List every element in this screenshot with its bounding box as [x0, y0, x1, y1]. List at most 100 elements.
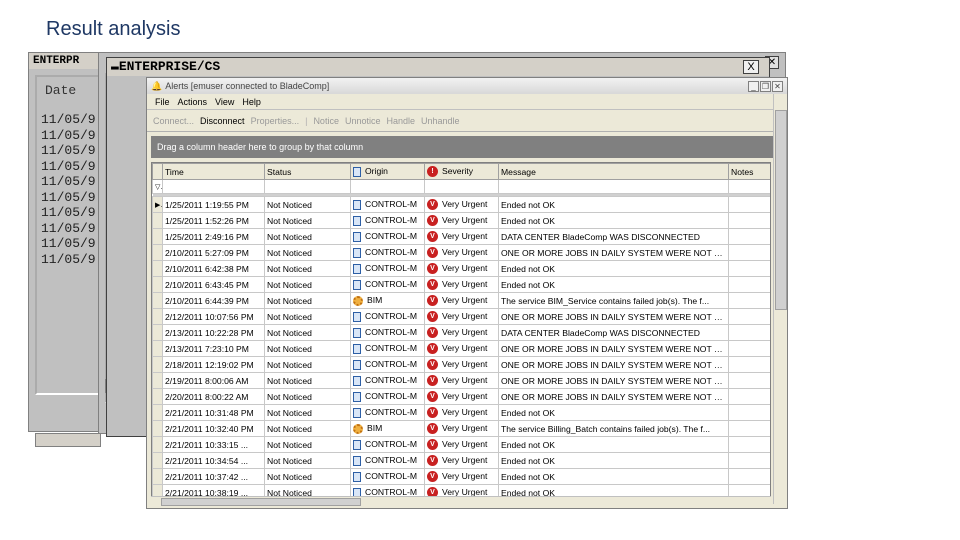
date-entry: 11/05/9 [41, 158, 96, 174]
origin-label: CONTROL-M [365, 263, 418, 274]
horizontal-scrollbar[interactable] [151, 496, 771, 506]
filter-icon[interactable]: ▽ [152, 179, 163, 194]
row-selector[interactable] [152, 244, 163, 261]
message-cell: Ended not OK [498, 404, 729, 421]
origin-cell: CONTROL-M [350, 276, 425, 293]
toolbar-button-unnotice[interactable]: Unnotice [345, 110, 381, 131]
bim-gear-icon [353, 295, 363, 306]
restore-icon[interactable]: ❐ [760, 80, 771, 92]
table-row[interactable]: 2/21/2011 10:34:54 ... Not Noticed CONTROL… [152, 452, 770, 469]
table-row[interactable]: 2/13/2011 7:23:10 PM Not Noticed CONTROL-M… [152, 340, 770, 357]
urgent-icon: V [427, 439, 438, 451]
table-row[interactable]: 2/21/2011 10:31:48 PM Not Noticed CONTROL-… [152, 404, 770, 421]
origin-label: CONTROL-M [365, 199, 418, 210]
filter-cell[interactable] [728, 179, 770, 194]
table-row[interactable]: 2/21/2011 10:32:40 PM Not Noticed BIM V Very… [152, 420, 770, 437]
back-terminal-title: ENTERPR [29, 53, 107, 69]
row-selector[interactable] [152, 340, 163, 357]
time-cell: 2/20/2011 8:00:22 AM [162, 388, 265, 405]
column-header-status[interactable]: Status [264, 163, 351, 180]
toolbar-button-handle[interactable]: Handle [386, 110, 415, 131]
urgent-icon: V [427, 231, 438, 243]
table-row[interactable]: 2/21/2011 10:37:42 ... Not Noticed CONTROL… [152, 468, 770, 485]
minimize-icon[interactable]: _ [748, 80, 759, 92]
row-selector[interactable] [152, 356, 163, 373]
table-row[interactable]: 2/12/2011 10:07:56 PM Not Noticed CONTROL-… [152, 308, 770, 325]
origin-cell: CONTROL-M [350, 228, 425, 245]
group-by-hint[interactable]: Drag a column header here to group by th… [151, 136, 773, 158]
table-row[interactable]: 2/10/2011 6:43:45 PM Not Noticed CONTROL-M… [152, 276, 770, 293]
scroll-thumb[interactable] [775, 110, 787, 310]
status-cell: Not Noticed [264, 372, 351, 389]
row-selector[interactable] [152, 452, 163, 469]
toolbar-button-unhandle[interactable]: Unhandle [421, 110, 460, 131]
severity-label: Very Urgent [442, 310, 488, 321]
filter-cell[interactable] [498, 179, 729, 194]
column-header-severity[interactable]: ! Severity [424, 163, 499, 180]
vertical-scrollbar[interactable] [773, 94, 787, 504]
row-selector[interactable] [152, 324, 163, 341]
table-row[interactable]: 2/10/2011 6:42:38 PM Not Noticed CONTROL-M… [152, 260, 770, 277]
toolbar-button-connect[interactable]: Connect... [153, 110, 194, 131]
menu-item-help[interactable]: Help [242, 94, 261, 109]
notes-cell [728, 436, 770, 453]
close-icon[interactable]: ✕ [772, 80, 783, 92]
filter-cell[interactable] [264, 179, 351, 194]
time-cell: 2/10/2011 6:44:39 PM [162, 292, 265, 309]
row-selector[interactable] [152, 372, 163, 389]
table-row[interactable]: 2/20/2011 8:00:22 AM Not Noticed CONTROL-M… [152, 388, 770, 405]
row-selector[interactable] [152, 276, 163, 293]
column-header-message[interactable]: Message [498, 163, 729, 180]
origin-cell: CONTROL-M [350, 452, 425, 469]
table-row[interactable]: ▶ 1/25/2011 1:19:55 PM Not Noticed CONTROL-… [152, 196, 770, 213]
scroll-thumb[interactable] [161, 498, 361, 506]
message-cell: ONE OR MORE JOBS IN DAILY SYSTEM WERE NO… [498, 356, 729, 373]
table-row[interactable]: 2/10/2011 5:27:09 PM Not Noticed CONTROL-M… [152, 244, 770, 261]
row-selector[interactable] [152, 468, 163, 485]
origin-label: CONTROL-M [365, 343, 418, 354]
toolbar-button-notice[interactable]: Notice [313, 110, 339, 131]
column-header-time[interactable]: Time [162, 163, 265, 180]
filter-cell[interactable] [424, 179, 499, 194]
row-selector[interactable] [152, 404, 163, 421]
column-header-notes[interactable]: Notes [728, 163, 770, 180]
menu-item-view[interactable]: View [215, 94, 234, 109]
menu-item-actions[interactable]: Actions [178, 94, 208, 109]
notes-cell [728, 356, 770, 373]
origin-cell: CONTROL-M [350, 372, 425, 389]
origin-cell: CONTROL-M [350, 388, 425, 405]
close-button[interactable]: X [743, 60, 759, 74]
row-selector[interactable] [152, 308, 163, 325]
time-cell: 2/10/2011 6:43:45 PM [162, 276, 265, 293]
toolbar-button-disconnect[interactable]: Disconnect [200, 110, 245, 131]
table-row[interactable]: 1/25/2011 1:52:26 PM Not Noticed CONTROL-M… [152, 212, 770, 229]
origin-cell: CONTROL-M [350, 468, 425, 485]
row-selector[interactable] [152, 212, 163, 229]
severity-cell: V Very Urgent [424, 196, 499, 213]
row-selector[interactable] [152, 436, 163, 453]
toolbar-button-properties[interactable]: Properties... [251, 110, 300, 131]
filter-row[interactable]: ▽ [152, 179, 770, 194]
row-selector[interactable] [152, 228, 163, 245]
document-icon [353, 166, 361, 177]
severity-cell: V Very Urgent [424, 420, 499, 437]
menu-item-file[interactable]: File [155, 94, 170, 109]
row-selector[interactable] [152, 388, 163, 405]
back-terminal-scrollbar[interactable] [35, 433, 101, 447]
filter-cell[interactable] [162, 179, 265, 194]
origin-label: CONTROL-M [365, 279, 418, 290]
status-cell: Not Noticed [264, 404, 351, 421]
filter-cell[interactable] [350, 179, 425, 194]
row-selector[interactable] [152, 292, 163, 309]
severity-cell: V Very Urgent [424, 244, 499, 261]
table-row[interactable]: 2/21/2011 10:33:15 ... Not Noticed CONTROL… [152, 436, 770, 453]
row-selector[interactable] [152, 420, 163, 437]
table-row[interactable]: 2/19/2011 8:00:06 AM Not Noticed CONTROL-M… [152, 372, 770, 389]
column-header-origin[interactable]: Origin [350, 163, 425, 180]
row-selector[interactable]: ▶ [152, 196, 163, 213]
row-selector[interactable] [152, 260, 163, 277]
table-row[interactable]: 2/18/2011 12:19:02 PM Not Noticed CONTROL-… [152, 356, 770, 373]
table-row[interactable]: 1/25/2011 2:49:16 PM Not Noticed CONTROL-M… [152, 228, 770, 245]
table-row[interactable]: 2/10/2011 6:44:39 PM Not Noticed BIM V Very … [152, 292, 770, 309]
table-row[interactable]: 2/13/2011 10:22:28 PM Not Noticed CONTROL-… [152, 324, 770, 341]
